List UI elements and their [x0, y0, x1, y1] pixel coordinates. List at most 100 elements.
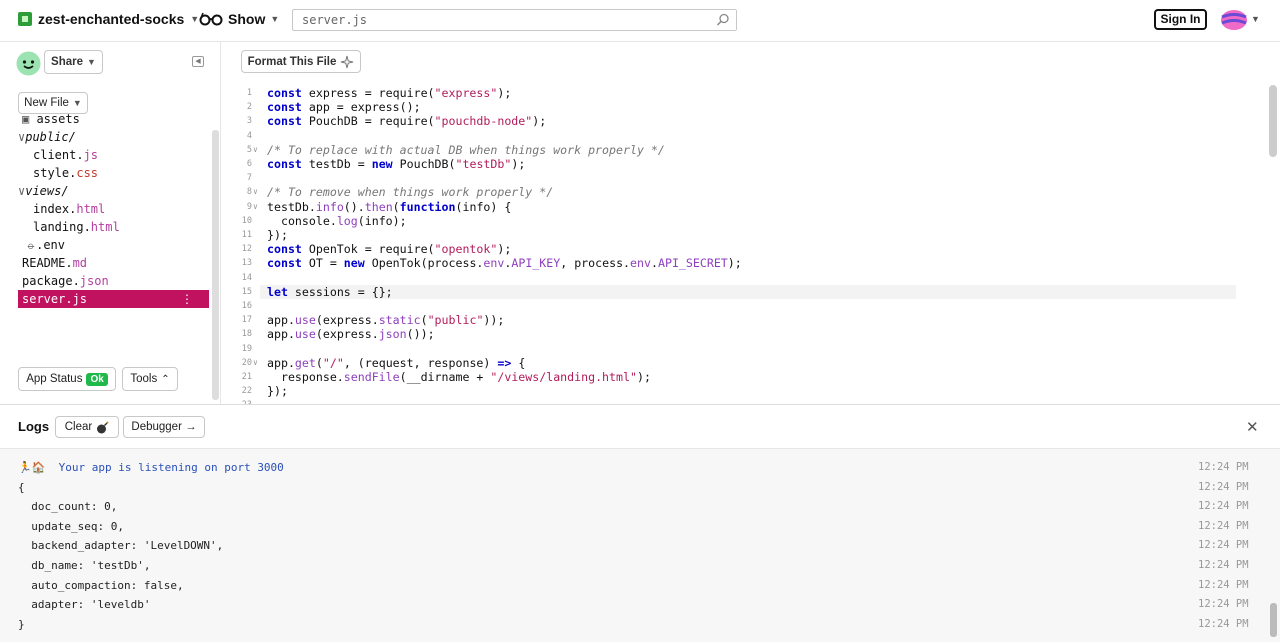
- folder-item[interactable]: ∨views/: [18, 182, 69, 200]
- chevron-down-icon: ▼: [190, 14, 200, 24]
- clear-logs-button[interactable]: Clear: [55, 416, 119, 438]
- app-status-label: App Status: [26, 373, 83, 385]
- sidebar-scrollbar[interactable]: [212, 130, 219, 400]
- new-file-button[interactable]: New File ▼: [18, 92, 88, 114]
- share-label: Share: [51, 56, 84, 68]
- show-label: Show: [228, 11, 266, 27]
- folder-name: views/: [25, 184, 69, 198]
- code-line[interactable]: 21 response.sendFile(__dirname + "/views…: [222, 370, 1242, 384]
- file-item[interactable]: landing.html: [33, 218, 120, 236]
- avatar[interactable]: [16, 51, 41, 76]
- file-name: package.: [22, 274, 80, 288]
- code-text: const PouchDB = require("pouchdb-node");: [267, 114, 547, 129]
- code-line[interactable]: 9 ∨ testDb.info().then(function(info) {: [222, 200, 1242, 214]
- code-line[interactable]: 4: [222, 129, 1242, 143]
- log-message: 🏃🏠 Your app is listening on port 3000: [18, 461, 284, 474]
- chevron-down-icon[interactable]: ▼: [1251, 14, 1260, 24]
- code-line[interactable]: 1 const express = require("express");: [222, 86, 1242, 100]
- log-entry: db_name: 'testDb', 12:24 PM: [18, 556, 1258, 575]
- file-item[interactable]: client.js: [33, 146, 98, 164]
- file-name: client.: [33, 148, 84, 162]
- search-icon[interactable]: [716, 13, 730, 27]
- file-item[interactable]: style.css: [33, 164, 98, 182]
- tools-button[interactable]: Tools ⌃: [122, 367, 178, 391]
- code-text: const OT = new OpenTok(process.env.API_K…: [267, 256, 742, 271]
- user-avatar-icon[interactable]: [1220, 8, 1248, 32]
- code-line[interactable]: 17 app.use(express.static("public"));: [222, 313, 1242, 327]
- file-name: server.js: [22, 292, 88, 306]
- folder-name: public/: [25, 130, 76, 144]
- project-name: zest-enchanted-socks: [38, 11, 185, 27]
- code-text: const app = express();: [267, 100, 421, 115]
- code-editor[interactable]: Format This File 1 const express = requir…: [222, 42, 1280, 404]
- editor-scrollbar[interactable]: [1269, 85, 1277, 157]
- collapse-sidebar-icon[interactable]: ◀: [192, 56, 204, 67]
- file-extension: json: [79, 274, 109, 288]
- code-line[interactable]: 15 let sessions = {};: [242, 284, 1236, 299]
- code-line[interactable]: 8 ∨ /* To remove when things work properly…: [222, 185, 1242, 199]
- code-line[interactable]: 14: [222, 271, 1242, 285]
- fold-chevron-icon[interactable]: ∨: [253, 185, 258, 199]
- file-name: landing.: [33, 220, 91, 234]
- code-text: const express = require("express");: [267, 86, 512, 100]
- more-options-icon[interactable]: ⋮: [181, 290, 193, 308]
- log-entry: auto_compaction: false, 12:24 PM: [18, 576, 1258, 595]
- logs-scrollbar[interactable]: [1270, 603, 1277, 637]
- folder-item[interactable]: ▣ assets: [22, 114, 80, 128]
- code-text: console.log(info);: [267, 213, 407, 228]
- clear-label: Clear: [64, 421, 93, 433]
- code-text: app.get("/", (request, response) => {: [267, 355, 526, 370]
- show-menu[interactable]: Show ▼: [199, 11, 279, 27]
- line-number: 9: [246, 201, 252, 212]
- code-line[interactable]: 22});: [222, 384, 1242, 398]
- line-number: 14: [241, 272, 252, 283]
- code-line[interactable]: 12 const OpenTok = require("opentok");: [222, 242, 1242, 256]
- fold-chevron-icon[interactable]: ∨: [253, 200, 258, 214]
- sign-in-button[interactable]: Sign In: [1154, 9, 1207, 30]
- file-item-selected[interactable]: server.js ⋮: [18, 290, 209, 308]
- project-menu[interactable]: zest-enchanted-socks ▼: [18, 11, 199, 27]
- line-number: 19: [241, 343, 252, 354]
- file-item[interactable]: package.json: [22, 272, 109, 290]
- line-number: 20: [241, 357, 252, 368]
- code-text: const testDb = new PouchDB("testDb");: [267, 157, 526, 171]
- line-number: 10: [241, 215, 252, 226]
- line-number: 22: [241, 386, 252, 397]
- code-line[interactable]: 7: [222, 171, 1242, 185]
- log-entry: adapter: 'leveldb' 12:24 PM: [18, 595, 1258, 614]
- line-number: 7: [246, 173, 252, 184]
- code-line[interactable]: 19: [222, 342, 1242, 356]
- fold-chevron-icon[interactable]: ∨: [253, 143, 258, 157]
- code-text: /* To remove when things work properly *…: [267, 185, 554, 200]
- code-line[interactable]: 3 const PouchDB = require("pouchdb-node")…: [222, 114, 1242, 128]
- code-line[interactable]: 6 const testDb = new PouchDB("testDb");: [222, 157, 1242, 171]
- code-line[interactable]: 2 const app = express();: [222, 100, 1242, 114]
- code-line[interactable]: 5 ∨ /* To replace with actual DB when thin…: [222, 143, 1242, 157]
- file-name: style.: [33, 166, 77, 180]
- code-line[interactable]: 18 app.use(express.json());: [222, 327, 1242, 341]
- file-item[interactable]: index.html: [33, 200, 105, 218]
- app-status-button[interactable]: App Status Ok: [18, 367, 116, 391]
- search-input[interactable]: [302, 10, 712, 30]
- file-item[interactable]: ⦵.env: [26, 236, 65, 254]
- code-line[interactable]: 13 const OT = new OpenTok(process.env.API…: [222, 256, 1242, 270]
- top-bar: zest-enchanted-socks ▼ Show ▼ Sign In ▼: [0, 0, 1280, 42]
- code-line[interactable]: 11});: [222, 228, 1242, 242]
- log-message: }: [18, 617, 25, 631]
- close-icon[interactable]: ✕: [1246, 418, 1259, 436]
- code-line[interactable]: 16: [222, 299, 1242, 313]
- share-button[interactable]: Share ▼: [44, 50, 103, 74]
- file-extension: html: [76, 202, 106, 216]
- code-text: let sessions = {};: [267, 284, 393, 299]
- search-bar: [292, 9, 737, 31]
- file-item[interactable]: README.md: [22, 254, 87, 272]
- code-line[interactable]: 20 ∨ app.get("/", (request, response) => {: [222, 356, 1242, 370]
- debugger-button[interactable]: Debugger →: [123, 416, 205, 438]
- key-icon: ⦵: [26, 238, 37, 252]
- log-message: doc_count: 0,: [18, 500, 118, 514]
- folder-item[interactable]: ∨public/: [18, 128, 76, 146]
- format-file-button[interactable]: Format This File: [241, 50, 361, 73]
- fold-chevron-icon[interactable]: ∨: [253, 356, 258, 370]
- code-line[interactable]: 10 console.log(info);: [222, 214, 1242, 228]
- file-name: README.: [22, 256, 73, 270]
